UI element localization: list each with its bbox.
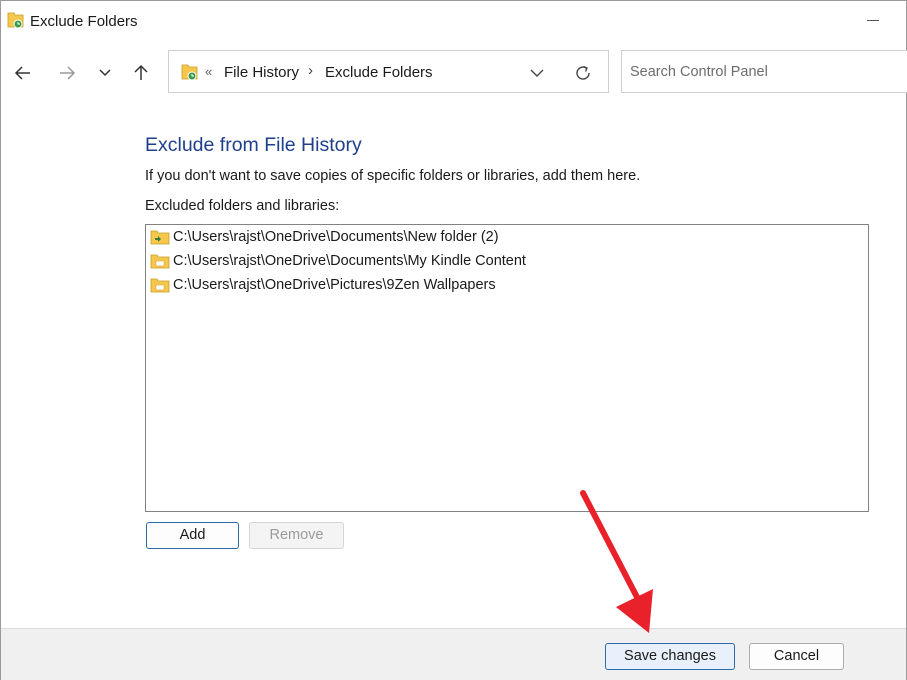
file-history-icon [181, 62, 199, 82]
list-item[interactable]: C:\Users\rajst\OneDrive\Documents\My Kin… [150, 250, 864, 272]
title-bar: Exclude Folders [1, 1, 906, 41]
dialog-footer: Save changes Cancel [1, 628, 906, 680]
cancel-button[interactable]: Cancel [749, 643, 844, 670]
chevron-down-icon [99, 69, 111, 77]
up-button[interactable] [127, 59, 155, 87]
arrow-up-icon [134, 64, 148, 80]
breadcrumb-exclude-folders[interactable]: Exclude Folders [325, 64, 433, 81]
add-button[interactable]: Add [146, 522, 239, 549]
list-item-path: C:\Users\rajst\OneDrive\Documents\My Kin… [173, 253, 526, 269]
recent-locations-button[interactable] [91, 59, 119, 87]
list-item-path: C:\Users\rajst\OneDrive\Pictures\9Zen Wa… [173, 277, 496, 293]
breadcrumb-file-history[interactable]: File History [224, 64, 299, 81]
list-item[interactable]: C:\Users\rajst\OneDrive\Documents\New fo… [150, 226, 864, 248]
arrow-right-icon [60, 66, 76, 80]
breadcrumb-separator[interactable]: › [308, 62, 313, 79]
list-item-path: C:\Users\rajst\OneDrive\Documents\New fo… [173, 229, 499, 245]
search-box[interactable] [621, 50, 907, 93]
excluded-folders-list[interactable]: C:\Users\rajst\OneDrive\Documents\New fo… [145, 224, 869, 512]
page-heading: Exclude from File History [145, 134, 362, 156]
refresh-button[interactable] [571, 61, 595, 85]
file-history-icon [7, 10, 25, 30]
window-title: Exclude Folders [30, 13, 138, 30]
search-input[interactable] [630, 62, 900, 82]
address-bar[interactable]: « File History › Exclude Folders [168, 50, 609, 93]
save-changes-button[interactable]: Save changes [605, 643, 735, 670]
refresh-icon [576, 65, 590, 80]
address-dropdown-button[interactable] [525, 63, 549, 83]
page-description: If you don't want to save copies of spec… [145, 168, 641, 184]
exclude-folders-window: Exclude Folders « File History › Exclude… [0, 0, 907, 680]
remove-button[interactable]: Remove [249, 522, 344, 549]
excluded-list-label: Excluded folders and libraries: [145, 198, 340, 214]
breadcrumb-overflow[interactable]: « [205, 64, 212, 79]
folder-icon [150, 229, 170, 245]
arrow-left-icon [14, 66, 30, 80]
forward-button[interactable] [53, 59, 81, 87]
minimize-button[interactable] [859, 11, 889, 31]
chevron-down-icon [530, 69, 544, 77]
back-button[interactable] [9, 59, 37, 87]
folder-icon [150, 277, 170, 293]
list-item[interactable]: C:\Users\rajst\OneDrive\Pictures\9Zen Wa… [150, 274, 864, 296]
folder-icon [150, 253, 170, 269]
